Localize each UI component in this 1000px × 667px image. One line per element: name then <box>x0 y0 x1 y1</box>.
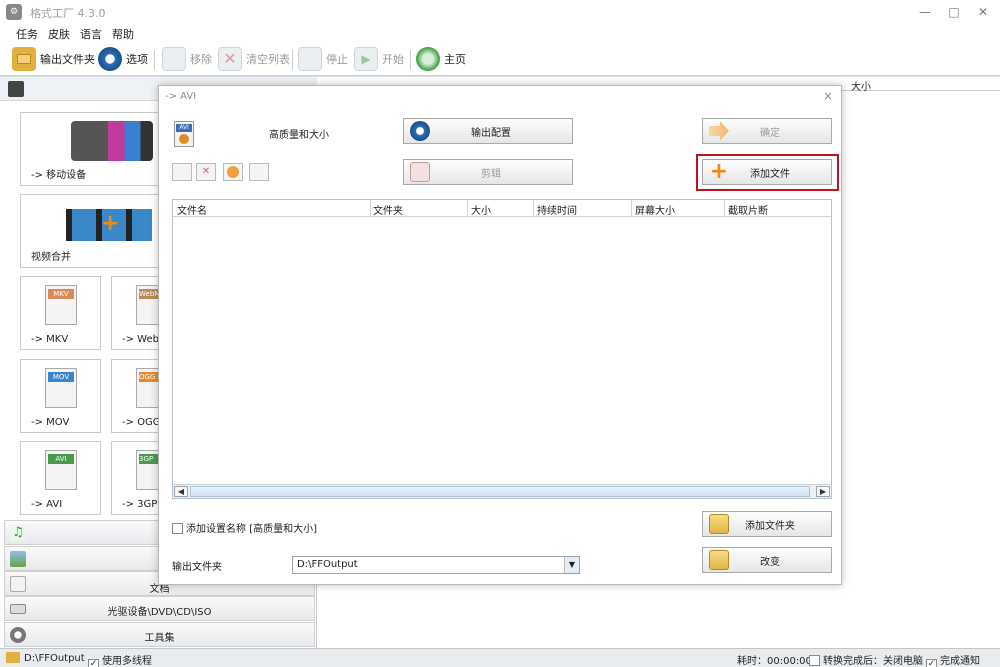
folder-icon <box>12 47 36 71</box>
film-icon <box>8 81 24 97</box>
window-title: 格式工厂 4.3.0 <box>30 7 106 20</box>
checkbox-unchecked[interactable] <box>172 523 183 534</box>
chevron-down-icon[interactable]: ▼ <box>564 557 579 573</box>
mkv-file-icon: MKV <box>45 285 77 325</box>
menu-bar: 任务 皮肤 语言 帮助 <box>0 24 1000 42</box>
menu-language[interactable]: 语言 <box>80 26 102 42</box>
scissors-icon <box>410 162 430 182</box>
quality-preset-label: 高质量和大小 <box>269 130 329 141</box>
media-info-icon[interactable] <box>249 163 269 181</box>
scrollbar-thumb[interactable] <box>190 486 810 497</box>
tile-video-merge[interactable]: + 视频合并 <box>20 194 166 268</box>
menu-help[interactable]: 帮助 <box>112 26 134 42</box>
arrow-right-icon <box>709 121 729 141</box>
shutdown-after-checkbox[interactable]: 转换完成后：关闭电脑 <box>809 652 923 667</box>
clear-files-icon[interactable]: ✕ <box>196 163 216 181</box>
column-duration[interactable]: 持续时间 <box>537 202 577 217</box>
checkbox-unchecked[interactable] <box>809 655 820 666</box>
ok-button[interactable]: 确定 <box>702 118 832 144</box>
file-list-table[interactable]: 文件名 文件夹 大小 持续时间 屏幕大小 截取片断 ◀ ▶ <box>172 199 832 499</box>
multithread-checkbox[interactable]: ✓ 使用多线程 <box>88 652 152 667</box>
toolbar-divider <box>154 50 155 70</box>
elapsed-time: 耗时：00:00:00 <box>737 656 812 667</box>
folder-icon <box>6 652 20 663</box>
add-setting-name-checkbox[interactable]: 添加设置名称 [高质量和大小] <box>172 520 317 535</box>
column-folder[interactable]: 文件夹 <box>373 202 403 217</box>
scroll-right-icon[interactable]: ▶ <box>816 486 830 497</box>
home-button[interactable]: 主页 <box>416 46 466 72</box>
remove-file-icon[interactable] <box>172 163 192 181</box>
play-preview-icon[interactable] <box>223 163 243 181</box>
column-clip-segment[interactable]: 截取片断 <box>728 202 768 217</box>
dialog-title: -> AVI <box>165 91 197 102</box>
toolbar: 输出文件夹 选项 移除 ✕ 清空列表 停止 ▶ 开始 主页 <box>0 42 1000 76</box>
baidu-watermark: Bai du 经验 jingyan.baidu.com <box>766 593 976 638</box>
horizontal-scrollbar[interactable]: ◀ ▶ <box>173 484 831 498</box>
stop-icon <box>298 47 322 71</box>
toolbar-divider <box>410 50 411 70</box>
output-folder-button[interactable]: 输出文件夹 <box>12 46 95 72</box>
avi-file-icon: AVI <box>45 450 77 490</box>
tile-mkv[interactable]: MKV -> MKV <box>20 276 101 350</box>
start-button[interactable]: ▶ 开始 <box>354 46 404 72</box>
menu-task[interactable]: 任务 <box>16 26 38 42</box>
mov-file-icon: MOV <box>45 368 77 408</box>
plus-icon: + <box>101 211 120 236</box>
change-button[interactable]: 改变 <box>702 547 832 573</box>
add-folder-button[interactable]: 添加文件夹 <box>702 511 832 537</box>
stop-button[interactable]: 停止 <box>298 46 348 72</box>
maximize-button[interactable]: □ <box>943 3 965 21</box>
options-button[interactable]: 选项 <box>98 46 148 72</box>
output-path-status[interactable]: D:\FFOutput <box>6 652 85 664</box>
column-filename[interactable]: 文件名 <box>177 202 207 217</box>
folder-icon <box>709 550 729 570</box>
avi-conversion-dialog: -> AVI × AVI 高质量和大小 输出配置 确定 ✕ 剪辑 + 添加文件 … <box>158 85 842 585</box>
minimize-button[interactable]: — <box>914 3 936 21</box>
mobile-devices-icon <box>71 121 153 161</box>
add-file-button[interactable]: + 添加文件 <box>702 159 832 185</box>
music-note-icon: ♫ <box>10 525 26 541</box>
column-size[interactable]: 大小 <box>471 202 491 217</box>
notify-checkbox[interactable]: ✓ 完成通知 <box>926 652 980 667</box>
avi-format-icon: AVI <box>174 121 194 147</box>
category-tools[interactable]: 工具集 <box>4 622 315 647</box>
clear-icon: ✕ <box>218 47 242 71</box>
title-bar: ⚙ 格式工厂 4.3.0 — □ ✕ <box>0 0 1000 24</box>
remove-icon <box>162 47 186 71</box>
output-folder-label: 输出文件夹 <box>172 562 222 573</box>
menu-skin[interactable]: 皮肤 <box>48 26 70 42</box>
category-optical-drive[interactable]: 光驱设备\DVD\CD\ISO <box>4 596 315 621</box>
column-screen-size[interactable]: 屏幕大小 <box>635 202 675 217</box>
gear-icon <box>410 121 430 141</box>
checkbox-checked[interactable]: ✓ <box>926 659 937 667</box>
toolbar-divider <box>292 50 293 70</box>
status-bar: D:\FFOutput ✓ 使用多线程 耗时：00:00:00 转换完成后：关闭电… <box>0 648 1000 667</box>
close-button[interactable]: ✕ <box>972 3 994 21</box>
app-icon: ⚙ <box>6 4 22 20</box>
file-list-header: 文件名 文件夹 大小 持续时间 屏幕大小 截取片断 <box>173 200 831 217</box>
tile-mobile-device[interactable]: -> 移动设备 <box>20 112 166 186</box>
scroll-left-icon[interactable]: ◀ <box>174 486 188 497</box>
picture-icon <box>10 551 26 567</box>
remove-button[interactable]: 移除 <box>162 46 212 72</box>
dialog-close-icon[interactable]: × <box>823 89 833 103</box>
play-icon: ▶ <box>354 47 378 71</box>
tile-mov[interactable]: MOV -> MOV <box>20 359 101 433</box>
add-folder-icon <box>709 514 729 534</box>
gear-icon <box>98 47 122 71</box>
output-folder-select[interactable]: D:\FFOutput ▼ <box>292 556 580 574</box>
clear-list-button[interactable]: ✕ 清空列表 <box>218 46 290 72</box>
clip-button[interactable]: 剪辑 <box>403 159 573 185</box>
checkbox-checked[interactable]: ✓ <box>88 659 99 667</box>
globe-search-icon <box>416 47 440 71</box>
output-config-button[interactable]: 输出配置 <box>403 118 573 144</box>
tile-avi[interactable]: AVI -> AVI <box>20 441 101 515</box>
plus-icon: + <box>709 159 729 184</box>
